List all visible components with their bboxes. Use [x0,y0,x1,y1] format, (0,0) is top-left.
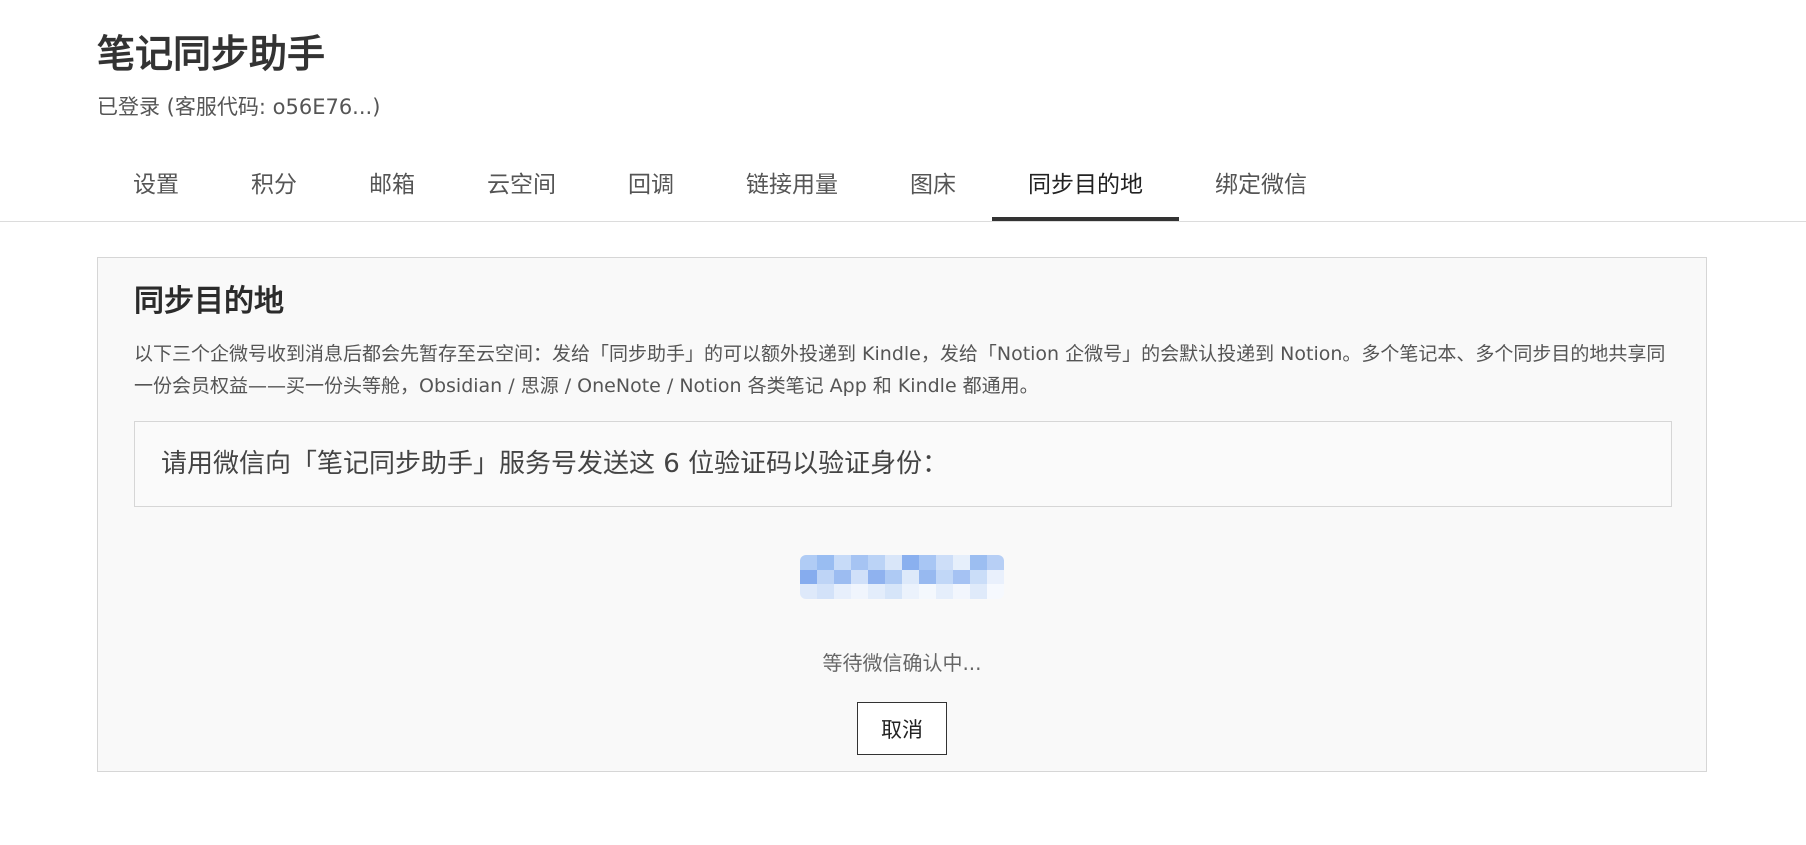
code-blur-pixel [885,569,902,585]
code-blur-pixel [851,584,868,599]
code-blur-pixel [919,584,936,599]
tab-bind-wechat[interactable]: 绑定微信 [1179,160,1343,221]
code-blur-pixel [834,555,851,570]
code-blur-pixel [851,555,868,570]
code-blur-pixel [936,569,953,585]
tab-sync-destination[interactable]: 同步目的地 [992,160,1179,221]
tab-divider [0,221,1806,222]
code-blur-pixel [885,555,902,570]
code-blur-pixel [936,584,953,599]
code-blur-pixel [970,584,987,599]
code-blur-pixel [970,569,987,585]
code-blur-pixel [936,555,953,570]
app-title: 笔记同步助手 [97,32,326,76]
code-blur-pixel [885,584,902,599]
tab-points[interactable]: 积分 [215,160,333,221]
tab-bar: 设置 积分 邮箱 云空间 回调 链接用量 图床 同步目的地 绑定微信 [97,160,1343,221]
code-blur-pixel [817,569,834,585]
code-blur-pixel [987,555,1004,570]
code-blur-pixel [868,584,885,599]
code-blur-pixel [919,555,936,570]
sync-destination-panel: 同步目的地 以下三个企微号收到消息后都会先暂存至云空间：发给「同步助手」的可以额… [97,257,1707,772]
cancel-button[interactable]: 取消 [857,702,947,755]
code-blur-pixel [834,584,851,599]
code-blur-pixel [987,569,1004,585]
page-header: 笔记同步助手 已登录 (客服代码: o56E76...) [97,28,380,122]
instruction-box: 请用微信向「笔记同步助手」服务号发送这 6 位验证码以验证身份： [134,421,1672,507]
code-blur-pixel [902,569,919,585]
tab-image-hosting[interactable]: 图床 [874,160,992,221]
code-blur-pixel [919,569,936,585]
tab-settings[interactable]: 设置 [97,160,215,221]
tab-callback[interactable]: 回调 [592,160,710,221]
tab-cloud-space[interactable]: 云空间 [451,160,592,221]
code-blur-pixel [953,555,970,570]
code-blur-pixel [902,555,919,570]
code-blur-pixel [902,584,919,599]
code-blur-pixel [817,584,834,599]
code-blur-pixel [868,569,885,585]
instruction-text: 请用微信向「笔记同步助手」服务号发送这 6 位验证码以验证身份： [161,449,949,479]
tab-mailbox[interactable]: 邮箱 [333,160,451,221]
code-blur-pixel [800,584,817,599]
code-blur-pixel [868,555,885,570]
code-blur-pixel [800,555,817,570]
code-blur-pixel [953,569,970,585]
code-blur-pixel [953,584,970,599]
blurred-verification-code [800,555,1004,599]
tab-link-usage[interactable]: 链接用量 [710,160,874,221]
code-blur-pixel [834,569,851,585]
panel-description: 以下三个企微号收到消息后都会先暂存至云空间：发给「同步助手」的可以额外投递到 K… [134,343,1666,397]
waiting-status: 等待微信确认中... [822,651,982,675]
code-blur-pixel [817,555,834,570]
code-blur-pixel [987,584,1004,599]
panel-title: 同步目的地 [134,284,284,319]
code-blur-pixel [800,569,817,585]
code-blur-pixel [851,569,868,585]
login-status: 已登录 (客服代码: o56E76...) [97,95,381,119]
code-blur-pixel [970,555,987,570]
